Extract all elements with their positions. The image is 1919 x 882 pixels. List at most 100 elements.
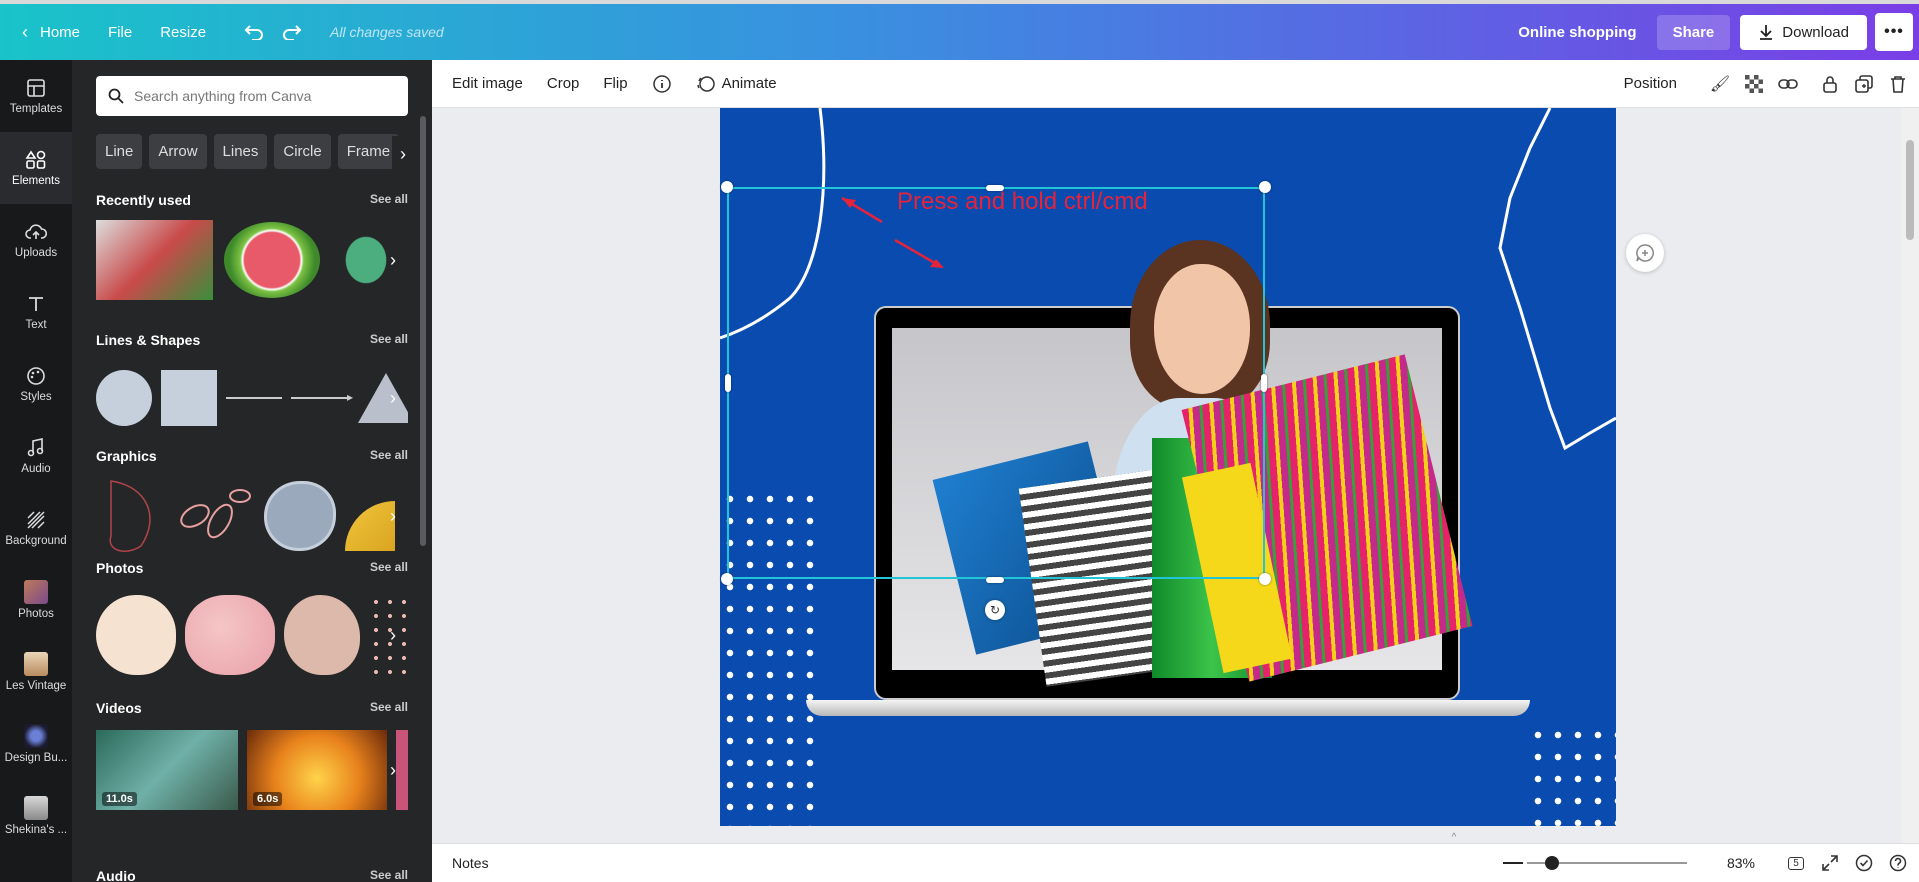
chevron-right-icon[interactable]: › — [382, 750, 404, 790]
copy-style-button[interactable]: 🖌 — [1703, 74, 1737, 94]
check-button[interactable] — [1847, 854, 1881, 872]
circle-shape[interactable] — [96, 370, 152, 426]
resize-handle-bottom-left[interactable] — [721, 573, 733, 585]
page-count-button[interactable]: 5 — [1779, 856, 1813, 870]
pink-loops-graphic[interactable] — [175, 476, 255, 556]
see-all-link[interactable]: See all — [370, 700, 408, 716]
zoom-out-icon[interactable] — [1502, 862, 1523, 864]
chip-arrow[interactable]: Arrow — [149, 134, 207, 169]
shekinas-icon — [24, 796, 48, 820]
river-video-thumb[interactable]: 11.0s — [96, 730, 238, 810]
rail-elements[interactable]: Elements — [0, 132, 72, 204]
rail-design-bu[interactable]: Design Bu... — [0, 708, 72, 780]
chip-frame[interactable]: Frame — [337, 134, 400, 169]
zoom-slider[interactable] — [1526, 856, 1687, 870]
duplicate-button[interactable] — [1847, 74, 1881, 93]
chips-next-icon[interactable]: › — [392, 136, 414, 172]
square-shape[interactable] — [161, 370, 217, 426]
chevron-right-icon[interactable]: › — [382, 496, 404, 536]
grey-blob-graphic[interactable] — [264, 481, 336, 551]
chip-lines[interactable]: Lines — [213, 134, 268, 169]
add-comment-button[interactable] — [1626, 234, 1664, 272]
share-button[interactable]: Share — [1656, 14, 1731, 50]
search-input[interactable]: Search anything from Canva — [134, 88, 311, 104]
show-pages-toggle[interactable]: ^ — [1442, 832, 1466, 843]
resize-handle-top-right[interactable] — [1259, 181, 1271, 193]
help-button[interactable] — [1881, 854, 1915, 872]
redo-button[interactable] — [278, 4, 316, 60]
chip-line[interactable]: Line — [96, 134, 143, 169]
rail-photos[interactable]: Photos — [0, 564, 72, 636]
chevron-right-icon[interactable]: › — [382, 378, 404, 418]
canvas-scrollbar[interactable] — [1901, 108, 1919, 843]
see-all-link[interactable]: See all — [370, 560, 408, 576]
resize-handle-bottom[interactable] — [986, 577, 1004, 583]
rail-les-vintage[interactable]: Les Vintage — [0, 636, 72, 708]
fullscreen-button[interactable] — [1813, 855, 1847, 871]
video-duration: 11.0s — [102, 792, 137, 806]
transparency-button[interactable] — [1737, 74, 1771, 93]
notes-button[interactable]: Notes — [452, 855, 489, 871]
beige-blob-photo[interactable] — [284, 595, 360, 675]
arrow-line-shape[interactable]: ▸ — [291, 390, 353, 404]
crop-button[interactable]: Crop — [535, 75, 592, 92]
pink-floral-photo[interactable] — [185, 595, 275, 675]
rail-shekinas[interactable]: Shekina's ... — [0, 780, 72, 852]
fire-video-thumb[interactable]: 6.0s — [247, 730, 387, 810]
rail-text[interactable]: Text — [0, 276, 72, 348]
canvas-area: Press and hold ctrl/cmd ↻ ^ — [432, 108, 1919, 843]
resize-handle-bottom-right[interactable] — [1259, 573, 1271, 585]
line-shape[interactable] — [226, 397, 282, 399]
position-button[interactable]: Position — [1612, 75, 1689, 92]
recent-watermelon-graphic[interactable] — [222, 220, 322, 300]
panel-scrollbar[interactable] — [420, 116, 426, 546]
link-button[interactable] — [1771, 77, 1805, 91]
selection-frame[interactable] — [727, 187, 1265, 579]
see-all-link[interactable]: See all — [370, 868, 408, 882]
info-button[interactable] — [640, 74, 684, 94]
resize-handle-left[interactable] — [725, 374, 731, 392]
see-all-link[interactable]: See all — [370, 192, 408, 208]
edit-image-button[interactable]: Edit image — [440, 75, 535, 92]
download-label: Download — [1782, 23, 1849, 41]
rail-background[interactable]: Background — [0, 492, 72, 564]
see-all-link[interactable]: See all — [370, 332, 408, 348]
save-status: All changes saved — [330, 24, 444, 40]
rail-uploads[interactable]: Uploads — [0, 204, 72, 276]
animate-label: Animate — [721, 75, 777, 92]
rail-templates[interactable]: Templates — [0, 60, 72, 132]
chip-circle[interactable]: Circle — [274, 134, 331, 169]
section-title: Recently used — [96, 192, 191, 208]
rotate-handle[interactable]: ↻ — [985, 600, 1005, 620]
resize-handle-top-left[interactable] — [721, 181, 733, 193]
file-menu[interactable]: File — [94, 4, 146, 60]
more-button[interactable]: ••• — [1875, 13, 1913, 51]
delete-button[interactable] — [1881, 75, 1915, 93]
recent-shopping-photo[interactable] — [96, 220, 213, 300]
home-button[interactable]: ‹ Home — [0, 4, 94, 60]
comment-add-icon — [1636, 244, 1654, 262]
resize-handle-right[interactable] — [1261, 374, 1267, 392]
download-button[interactable]: Download — [1740, 14, 1867, 50]
zoom-slider-knob[interactable] — [1544, 856, 1559, 870]
zoom-level[interactable]: 83% — [1727, 855, 1755, 871]
lock-button[interactable] — [1813, 75, 1847, 93]
resize-handle-top[interactable] — [986, 185, 1004, 191]
canvas-scrollbar-thumb[interactable] — [1906, 140, 1914, 240]
resize-button[interactable]: Resize — [146, 4, 220, 60]
outline-blob-graphic[interactable] — [96, 476, 166, 556]
chevron-right-icon[interactable]: › — [382, 615, 404, 655]
search-box[interactable]: Search anything from Canva — [96, 76, 408, 116]
rail-audio[interactable]: Audio — [0, 420, 72, 492]
section-title: Lines & Shapes — [96, 332, 201, 348]
flip-button[interactable]: Flip — [591, 75, 639, 92]
cream-blob-photo[interactable] — [96, 595, 176, 675]
video-duration: 6.0s — [253, 792, 283, 806]
undo-button[interactable] — [220, 4, 278, 60]
see-all-link[interactable]: See all — [370, 448, 408, 464]
rail-styles[interactable]: Styles — [0, 348, 72, 420]
section-audio: Audio See all — [96, 868, 408, 882]
chevron-right-icon[interactable]: › — [382, 240, 404, 280]
animate-button[interactable]: Animate — [684, 74, 789, 94]
project-title[interactable]: Online shopping — [1504, 4, 1650, 60]
